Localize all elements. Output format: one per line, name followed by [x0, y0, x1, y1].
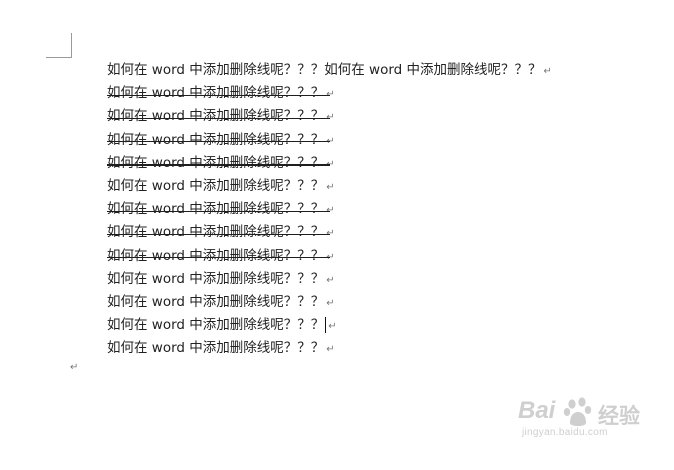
line-text: 如何在 word 中添加删除线呢？？？: [107, 245, 331, 268]
page-margin-corner-horizontal: [46, 57, 72, 58]
document-line-strikethrough[interactable]: 如何在 word 中添加删除线呢？？？ ↵: [107, 129, 627, 152]
document-line[interactable]: 如何在 word 中添加删除线呢？？？如何在 word 中添加删除线呢？？？ ↵: [107, 59, 627, 82]
paragraph-mark: ↵: [326, 297, 335, 309]
line-text: 如何在 word 中添加删除线呢？？？: [107, 317, 325, 334]
document-line-strikethrough[interactable]: 如何在 word 中添加删除线呢？？？ ↵: [107, 198, 627, 221]
document-line-strikethrough[interactable]: 如何在 word 中添加删除线呢？？？ ↵: [107, 245, 627, 268]
line-text: 如何在 word 中添加删除线呢？？？: [107, 177, 325, 194]
line-text: 如何在 word 中添加删除线呢？？？: [107, 105, 331, 128]
line-text: 如何在 word 中添加删除线呢？？？: [107, 82, 331, 105]
paragraph-mark: ↵: [543, 66, 552, 77]
watermark-url: jingyan.baidu.com: [522, 427, 608, 438]
paragraph-mark: ↵: [328, 321, 337, 333]
paw-icon: [563, 397, 592, 426]
line-text: 如何在 word 中添加删除线呢？？？: [107, 270, 325, 287]
paragraph-mark: ↵: [326, 344, 335, 356]
document-line[interactable]: 如何在 word 中添加删除线呢？？？ ↵: [107, 175, 627, 198]
document-line-strikethrough[interactable]: 如何在 word 中添加删除线呢？？？ ↵: [107, 221, 627, 244]
paragraph-mark: ↵: [326, 274, 335, 286]
line-text: 如何在 word 中添加删除线呢？？？: [107, 293, 325, 310]
document-line[interactable]: 如何在 word 中添加删除线呢？？？ ↵: [107, 337, 627, 360]
paragraph-mark: ↵: [326, 181, 335, 193]
line-text: 如何在 word 中添加删除线呢？？？: [107, 221, 331, 244]
line-text: 如何在 word 中添加删除线呢？？？: [107, 198, 331, 221]
document-line-strikethrough[interactable]: 如何在 word 中添加删除线呢？？？ ↵: [107, 152, 627, 175]
line-text: 如何在 word 中添加删除线呢？？？: [107, 129, 331, 152]
document-line-strikethrough[interactable]: 如何在 word 中添加删除线呢？？？ ↵: [107, 82, 627, 105]
document-line-strikethrough[interactable]: 如何在 word 中添加删除线呢？？？ ↵: [107, 105, 627, 128]
watermark-brand: Bai: [518, 397, 556, 424]
page-margin-corner-vertical: [71, 33, 72, 58]
document-line[interactable]: 如何在 word 中添加删除线呢？？？ ↵: [107, 314, 627, 337]
line-text: 如何在 word 中添加删除线呢？？？: [107, 152, 331, 175]
paragraph-mark: ↵: [70, 362, 79, 373]
line-text: 如何在 word 中添加删除线呢？？？: [107, 340, 325, 357]
document-line[interactable]: 如何在 word 中添加删除线呢？？？ ↵: [107, 291, 627, 314]
document-line[interactable]: 如何在 word 中添加删除线呢？？？ ↵: [107, 268, 627, 291]
line-text: 如何在 word 中添加删除线呢？？？如何在 word 中添加删除线呢？？？: [107, 62, 542, 78]
document-body[interactable]: 如何在 word 中添加删除线呢？？？如何在 word 中添加删除线呢？？？ ↵ 如…: [107, 59, 627, 360]
baidu-jingyan-watermark: Bai 经验 jingyan.baidu.com: [518, 393, 658, 443]
text-cursor: [325, 317, 327, 334]
watermark-brand-cn: 经验: [598, 404, 640, 428]
